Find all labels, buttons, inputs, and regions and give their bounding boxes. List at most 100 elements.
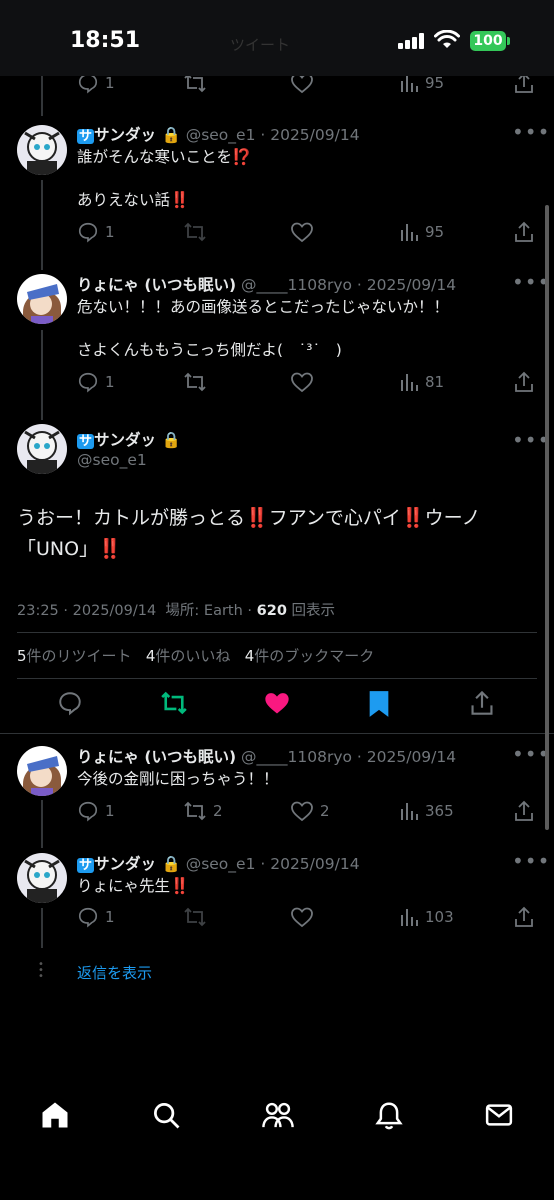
- views-button[interactable]: 103: [399, 906, 454, 928]
- lock-icon: 🔒: [161, 431, 181, 449]
- retweet-icon: [184, 801, 206, 821]
- thread-line: [41, 908, 43, 948]
- handle[interactable]: @____1108ryo: [241, 748, 352, 766]
- tweet-text: 危ない！！！あの画像送るとこだったじゃないか！！: [77, 298, 450, 316]
- analytics-icon: [401, 224, 418, 241]
- analytics-icon: [401, 909, 418, 926]
- reply-button[interactable]: 1: [77, 906, 115, 928]
- tweet-header: りょにゃ (いつも眠い) @____1108ryo · 2025/09/14: [77, 748, 457, 766]
- reply-icon: [78, 222, 98, 243]
- analytics-icon: [401, 803, 418, 820]
- divider: [0, 733, 554, 734]
- avatar[interactable]: [17, 424, 67, 474]
- display-name[interactable]: りょにゃ (いつも眠い): [77, 276, 236, 294]
- tweet-text: 誰がそんな寒いことを⁉️: [77, 148, 252, 166]
- engagement-stats: 5件のリツイート 4件のいいね 4件のブックマーク: [17, 645, 374, 666]
- display-name[interactable]: ササンダッ 🔒: [77, 855, 181, 873]
- reply-button[interactable]: [57, 690, 83, 720]
- retweets-stat[interactable]: 5件のリツイート: [17, 647, 132, 665]
- like-button[interactable]: [290, 221, 314, 243]
- retweet-button[interactable]: [183, 221, 207, 243]
- retweet-button[interactable]: 2: [183, 800, 223, 822]
- bookmarks-stat[interactable]: 4件のブックマーク: [245, 647, 375, 665]
- display-name[interactable]: りょにゃ (いつも眠い): [77, 748, 236, 766]
- tweet-actions: 1 103: [77, 906, 547, 932]
- views-button[interactable]: 365: [399, 800, 454, 822]
- tab-search[interactable]: [151, 1100, 181, 1134]
- share-button[interactable]: [513, 800, 535, 822]
- views-button[interactable]: 95: [399, 221, 444, 243]
- retweet-icon: [184, 372, 206, 392]
- tab-home[interactable]: [40, 1100, 70, 1134]
- heart-icon: [291, 801, 313, 822]
- heart-icon: [291, 907, 313, 928]
- tweet-text: りょにゃ先生‼️: [77, 877, 190, 895]
- tweet-header: ササンダッ 🔒 @seo_e1 · 2025/09/14: [77, 855, 360, 873]
- share-icon: [515, 906, 533, 927]
- bookmark-icon: [369, 691, 389, 717]
- heart-icon: [265, 693, 289, 714]
- more-icon[interactable]: •••: [512, 849, 550, 873]
- battery-icon: 100: [470, 31, 506, 51]
- retweet-button[interactable]: [183, 371, 207, 393]
- handle[interactable]: @____1108ryo: [241, 276, 352, 294]
- tab-notifications[interactable]: [374, 1100, 404, 1134]
- notifications-icon: [375, 1102, 403, 1130]
- like-button[interactable]: [290, 371, 314, 393]
- avatar[interactable]: [17, 274, 67, 324]
- divider: [17, 632, 537, 633]
- reply-button[interactable]: 1: [77, 800, 115, 822]
- main-tweet-meta: 23:25 · 2025/09/14 場所: Earth · 620 回表示: [17, 603, 336, 619]
- tweet-date[interactable]: 2025/09/14: [270, 126, 359, 144]
- messages-icon: [485, 1104, 513, 1126]
- handle[interactable]: @seo_e1: [186, 126, 256, 144]
- tab-bar: [0, 1080, 554, 1200]
- analytics-icon: [401, 374, 418, 391]
- views-button[interactable]: 81: [399, 371, 444, 393]
- main-tweet-actions: [0, 690, 554, 726]
- tweet-actions: 1 2 2 365: [77, 800, 547, 826]
- like-button[interactable]: [290, 906, 314, 928]
- thread-dots: • • •: [38, 959, 44, 982]
- retweet-icon: [161, 691, 187, 715]
- handle[interactable]: @seo_e1: [186, 855, 256, 873]
- share-button[interactable]: [513, 371, 535, 393]
- share-button[interactable]: [469, 690, 495, 720]
- avatar[interactable]: [17, 125, 67, 175]
- tweet-date[interactable]: 2025/09/14: [367, 748, 456, 766]
- share-icon: [515, 221, 533, 242]
- status-bar: ツイート 18:51 100: [0, 0, 554, 76]
- share-button[interactable]: [513, 906, 535, 928]
- retweet-button[interactable]: [183, 906, 207, 928]
- share-button[interactable]: [513, 221, 535, 243]
- more-icon[interactable]: •••: [512, 120, 550, 144]
- avatar[interactable]: [17, 746, 67, 796]
- show-replies-link[interactable]: 返信を表示: [77, 962, 152, 983]
- tab-messages[interactable]: [484, 1100, 514, 1134]
- retweet-button[interactable]: [159, 690, 189, 720]
- main-display-name[interactable]: ササンダッ 🔒: [77, 428, 181, 450]
- main-handle[interactable]: @seo_e1: [77, 451, 147, 469]
- like-button[interactable]: 2: [290, 800, 330, 822]
- tweet-header: ササンダッ 🔒 @seo_e1 · 2025/09/14: [77, 126, 360, 144]
- tab-communities[interactable]: [261, 1100, 295, 1134]
- display-name[interactable]: ササンダッ 🔒: [77, 126, 181, 144]
- avatar[interactable]: [17, 853, 67, 903]
- like-button[interactable]: [263, 690, 291, 720]
- tweet-text: 今後の金剛に困っちゃう！！: [77, 770, 279, 788]
- reply-button[interactable]: 1: [77, 221, 115, 243]
- share-icon: [471, 690, 493, 715]
- header-title: ツイート: [230, 36, 291, 54]
- tweet-actions: 1 95: [77, 221, 547, 247]
- status-time: 18:51: [70, 28, 141, 53]
- divider: [17, 678, 537, 679]
- tweet-date[interactable]: 2025/09/14: [270, 855, 359, 873]
- scrollbar[interactable]: [545, 205, 549, 830]
- likes-stat[interactable]: 4件のいいね: [146, 647, 231, 665]
- bookmark-button[interactable]: [367, 690, 391, 722]
- reply-icon: [78, 907, 98, 928]
- tweet-date[interactable]: 2025/09/14: [367, 276, 456, 294]
- reply-button[interactable]: 1: [77, 371, 115, 393]
- tweet-header: りょにゃ (いつも眠い) @____1108ryo · 2025/09/14: [77, 276, 457, 294]
- heart-icon: [291, 372, 313, 393]
